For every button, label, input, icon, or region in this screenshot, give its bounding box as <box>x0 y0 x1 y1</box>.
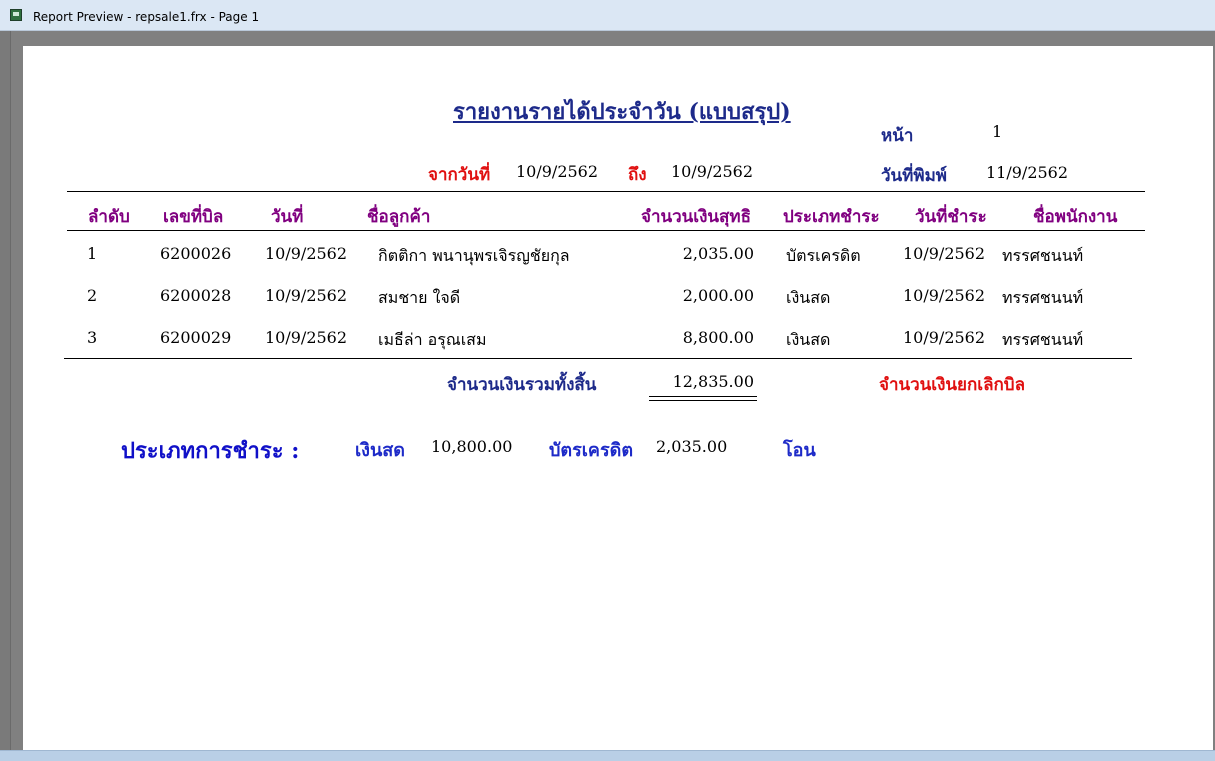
cell-net-amount: 2,000.00 <box>682 286 754 305</box>
total-value: 12,835.00 <box>672 372 754 391</box>
window-titlebar: Report Preview - repsale1.frx - Page 1 <box>0 0 1215 31</box>
cell-date: 10/9/2562 <box>265 244 348 263</box>
cell-customer: เมธีล่า อรุณเสม <box>378 330 487 349</box>
print-date-label: วันที่พิมพ์ <box>881 166 947 186</box>
col-header-net-amount: จำนวนเงินสุทธิ <box>641 207 751 227</box>
cell-bill-no: 6200029 <box>160 328 232 347</box>
report-title: รายงานรายได้ประจำวัน (แบบสรุป) <box>453 99 791 125</box>
to-date-value: 10/9/2562 <box>671 162 754 181</box>
to-date-label: ถึง <box>628 165 647 185</box>
cell-net-amount: 2,035.00 <box>682 244 754 263</box>
cell-payment-date: 10/9/2562 <box>903 244 986 263</box>
payment-summary-label: ประเภทการชำระ : <box>121 438 300 464</box>
cell-employee: ทรรศชนนท์ <box>1002 246 1084 265</box>
from-date-label: จากวันที่ <box>428 165 491 185</box>
cell-payment-date: 10/9/2562 <box>903 286 986 305</box>
cash-label: เงินสด <box>355 440 405 461</box>
cell-bill-no: 6200028 <box>160 286 232 305</box>
report-preview-app-icon <box>10 9 22 21</box>
col-header-bill-no: เลขที่บิล <box>163 207 224 227</box>
header-bottom-rule <box>67 230 1145 231</box>
total-double-rule-bottom <box>649 400 757 401</box>
table-row: 2 6200028 10/9/2562 สมชาย ใจดี 2,000.00 … <box>23 286 1213 316</box>
transfer-label: โอน <box>783 440 816 461</box>
from-date-value: 10/9/2562 <box>516 162 599 181</box>
cell-date: 10/9/2562 <box>265 286 348 305</box>
table-bottom-rule <box>64 358 1132 359</box>
left-margin-strip <box>0 31 11 760</box>
table-row: 1 6200026 10/9/2562 กิตติกา พนานุพรเจิรญ… <box>23 244 1213 274</box>
report-page: รายงานรายได้ประจำวัน (แบบสรุป) หน้า 1 จา… <box>23 46 1213 750</box>
total-double-rule-top <box>649 396 757 397</box>
cell-employee: ทรรศชนนท์ <box>1002 288 1084 307</box>
cell-customer: สมชาย ใจดี <box>378 288 461 307</box>
col-header-employee: ชื่อพนักงาน <box>1033 207 1118 227</box>
page-number: 1 <box>992 122 1003 141</box>
cell-employee: ทรรศชนนท์ <box>1002 330 1084 349</box>
cell-seq: 1 <box>87 244 98 263</box>
col-header-customer: ชื่อลูกค้า <box>367 207 431 227</box>
cell-seq: 2 <box>87 286 98 305</box>
cell-date: 10/9/2562 <box>265 328 348 347</box>
cell-payment-type: เงินสด <box>786 330 831 349</box>
cell-payment-type: เงินสด <box>786 288 831 307</box>
cash-value: 10,800.00 <box>431 437 513 456</box>
col-header-payment-date: วันที่ชำระ <box>915 207 987 227</box>
table-row: 3 6200029 10/9/2562 เมธีล่า อรุณเสม 8,80… <box>23 328 1213 358</box>
total-label: จำนวนเงินรวมทั้งสิ้น <box>447 375 597 395</box>
col-header-date: วันที่ <box>271 207 304 227</box>
cell-seq: 3 <box>87 328 98 347</box>
cell-net-amount: 8,800.00 <box>682 328 754 347</box>
cell-payment-date: 10/9/2562 <box>903 328 986 347</box>
credit-card-label: บัตรเครดิต <box>549 440 634 461</box>
cancel-bill-label: จำนวนเงินยกเลิกบิล <box>879 375 1026 395</box>
header-top-rule <box>67 191 1145 192</box>
bottom-status-strip <box>0 750 1215 761</box>
print-date-value: 11/9/2562 <box>986 163 1069 182</box>
window-title: Report Preview - repsale1.frx - Page 1 <box>33 10 260 24</box>
credit-card-value: 2,035.00 <box>656 437 728 456</box>
cell-customer: กิตติกา พนานุพรเจิรญชัยกุล <box>378 246 570 265</box>
col-header-seq: ลำดับ <box>88 207 130 227</box>
cell-bill-no: 6200026 <box>160 244 232 263</box>
col-header-payment-type: ประเภทชำระ <box>783 207 880 227</box>
cell-payment-type: บัตรเครดิต <box>786 246 861 265</box>
page-label: หน้า <box>881 126 914 146</box>
